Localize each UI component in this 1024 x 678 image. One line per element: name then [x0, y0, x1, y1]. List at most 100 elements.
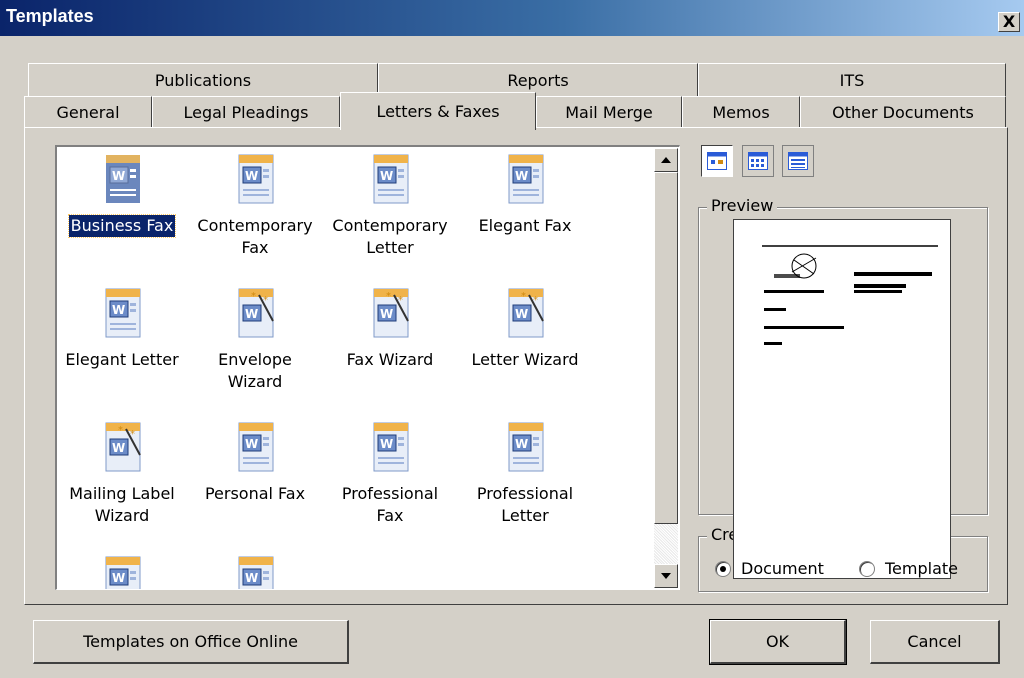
scroll-up-button[interactable]	[654, 148, 678, 172]
template-item[interactable]: W * * Mailing Label Wizard	[57, 419, 187, 527]
large-icons-view-icon	[707, 152, 727, 170]
radio-label: Template	[885, 559, 959, 578]
radio-checked-icon	[715, 560, 731, 577]
template-list[interactable]: W Business Fax W Contemporary Fax W Cont…	[55, 145, 680, 590]
svg-text:*: *	[533, 295, 538, 306]
svg-text:W: W	[112, 441, 125, 455]
template-label: Mailing Label Wizard	[69, 484, 175, 525]
title-bar: Templates X	[0, 0, 1024, 36]
radio-label: Document	[741, 559, 824, 578]
tab-general[interactable]: General	[24, 96, 152, 128]
template-item[interactable]: W Elegant Fax	[460, 151, 590, 237]
template-item[interactable]: W Contemporary Fax	[190, 151, 320, 259]
template-item[interactable]: W Business Fax	[57, 151, 187, 238]
svg-text:*: *	[263, 295, 268, 306]
tab-memos[interactable]: Memos	[682, 96, 800, 128]
svg-text:W: W	[112, 303, 125, 317]
svg-text:W: W	[515, 307, 528, 321]
document-preview-icon	[762, 245, 938, 345]
word-doc-icon: W	[238, 422, 274, 472]
template-item[interactable]: W	[190, 553, 320, 589]
template-item[interactable]: W Personal Fax	[190, 419, 320, 505]
arrow-up-icon	[661, 157, 671, 163]
tab-label: Reports	[507, 71, 569, 90]
tab-its[interactable]: ITS	[698, 63, 1006, 97]
scroll-down-button[interactable]	[654, 564, 678, 588]
button-label: Templates on Office Online	[83, 632, 298, 651]
svg-text:W: W	[515, 169, 528, 183]
word-doc-icon: W	[508, 422, 544, 472]
button-label: Cancel	[907, 632, 962, 651]
tab-publications[interactable]: Publications	[28, 63, 378, 97]
word-doc-icon: W	[105, 288, 141, 338]
svg-text:*: *	[251, 291, 256, 302]
word-wizard-icon: W * *	[373, 288, 409, 338]
word-wizard-icon: W * *	[105, 422, 141, 472]
cancel-button[interactable]: Cancel	[870, 620, 1000, 664]
templates-online-button[interactable]: Templates on Office Online	[33, 620, 349, 664]
svg-text:W: W	[380, 307, 393, 321]
ok-button[interactable]: OK	[709, 619, 847, 665]
template-radio[interactable]: Template	[859, 559, 958, 578]
scroll-thumb[interactable]	[654, 172, 678, 524]
preview-image	[733, 219, 951, 579]
template-label: Contemporary Letter	[332, 216, 448, 257]
template-item[interactable]: W Professional Letter	[460, 419, 590, 527]
tab-label: General	[56, 103, 120, 122]
word-doc-icon: W	[105, 556, 141, 589]
button-label: OK	[765, 632, 790, 651]
tab-other-documents[interactable]: Other Documents	[800, 96, 1006, 128]
radio-unchecked-icon	[859, 560, 875, 577]
svg-text:W: W	[380, 169, 393, 183]
tab-label: Legal Pleadings	[183, 103, 309, 122]
template-label: Elegant Letter	[65, 350, 179, 369]
template-label: Business Fax	[67, 214, 177, 238]
svg-text:W: W	[245, 169, 258, 183]
tab-label: Publications	[154, 71, 252, 90]
arrow-down-icon	[661, 573, 671, 579]
large-icons-view-button[interactable]	[701, 145, 733, 177]
template-label: Personal Fax	[204, 484, 306, 503]
svg-text:W: W	[245, 307, 258, 321]
template-label: Professional Fax	[341, 484, 439, 525]
tab-mail-merge[interactable]: Mail Merge	[536, 96, 682, 128]
svg-text:W: W	[245, 571, 258, 585]
close-button[interactable]: X	[998, 12, 1020, 32]
tab-label: Mail Merge	[565, 103, 653, 122]
tab-label: ITS	[839, 71, 865, 90]
close-icon: X	[1002, 12, 1016, 31]
template-item[interactable]: W * * Envelope Wizard	[190, 285, 320, 393]
template-label: Elegant Fax	[478, 216, 572, 235]
template-label: Fax Wizard	[346, 350, 434, 369]
template-label: Letter Wizard	[471, 350, 579, 369]
template-label: Envelope Wizard	[218, 350, 292, 391]
details-view-button[interactable]	[782, 145, 814, 177]
tab-label: Other Documents	[832, 103, 974, 122]
template-item[interactable]: W Contemporary Letter	[325, 151, 455, 259]
word-wizard-icon: W * *	[238, 288, 274, 338]
word-doc-icon: W	[508, 154, 544, 204]
svg-text:W: W	[112, 571, 125, 585]
template-item[interactable]: W Professional Fax	[325, 419, 455, 527]
details-view-icon	[788, 152, 808, 170]
document-radio[interactable]: Document	[715, 559, 824, 578]
word-doc-icon: W	[106, 155, 140, 203]
svg-text:*: *	[130, 429, 135, 440]
tab-legal-pleadings[interactable]: Legal Pleadings	[152, 96, 340, 128]
template-item[interactable]: W * * Letter Wizard	[460, 285, 590, 371]
vertical-scrollbar[interactable]	[654, 148, 678, 588]
word-wizard-icon: W * *	[508, 288, 544, 338]
list-view-button[interactable]	[742, 145, 774, 177]
svg-text:W: W	[112, 169, 125, 183]
svg-text:*: *	[386, 291, 391, 302]
list-view-icon	[748, 152, 768, 170]
tab-label: Letters & Faxes	[376, 102, 500, 121]
template-item[interactable]: W Elegant Letter	[57, 285, 187, 371]
template-item[interactable]: W	[57, 553, 187, 589]
template-label: Contemporary Fax	[197, 216, 313, 257]
svg-text:*: *	[118, 425, 123, 436]
tab-letters-faxes[interactable]: Letters & Faxes	[340, 92, 536, 130]
word-doc-icon: W	[238, 154, 274, 204]
template-item[interactable]: W * * Fax Wizard	[325, 285, 455, 371]
window-title: Templates	[6, 6, 94, 26]
